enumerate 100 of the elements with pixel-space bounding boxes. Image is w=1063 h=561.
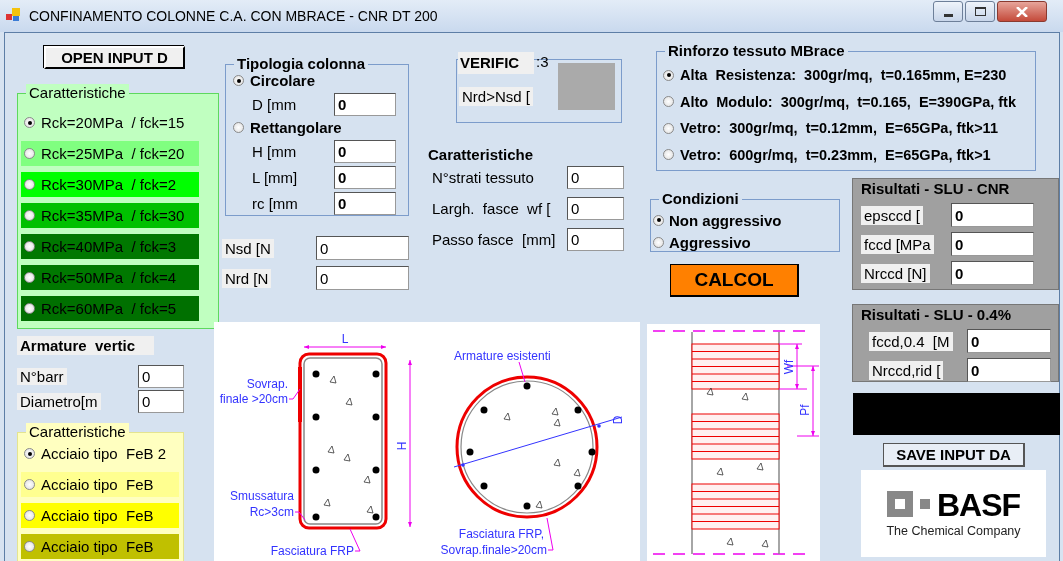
section-title: Armature vertic bbox=[17, 336, 154, 355]
number-field[interactable]: 0 bbox=[334, 139, 396, 163]
field-label: Nrd [N bbox=[222, 268, 272, 288]
radio-label: Acciaio tipo FeB bbox=[41, 507, 154, 524]
close-button[interactable] bbox=[997, 1, 1047, 22]
radio-label: Rettangolare bbox=[250, 119, 342, 136]
number-field[interactable]: 0 bbox=[334, 191, 396, 215]
radio-button[interactable] bbox=[663, 149, 674, 161]
minimize-button[interactable] bbox=[933, 1, 963, 22]
diagram-label: D bbox=[611, 415, 625, 425]
group-title: Tipologia colonna bbox=[234, 55, 369, 73]
leader-line bbox=[294, 511, 306, 521]
radio-button[interactable] bbox=[663, 69, 674, 81]
radio-button[interactable] bbox=[233, 122, 244, 133]
radio-label: Rck=60MPa / fck=5 bbox=[41, 300, 177, 317]
logo-squares-icon bbox=[886, 490, 933, 519]
logo-tagline: The Chemical Company bbox=[886, 523, 1021, 538]
number-field[interactable]: 0 bbox=[138, 390, 184, 413]
field-label: rc [mm bbox=[252, 194, 299, 212]
minimize-icon bbox=[943, 13, 953, 17]
radio-label: Acciaio tipo FeB 2 bbox=[41, 445, 167, 462]
radio-label: Non aggressivo bbox=[669, 211, 782, 229]
number-field[interactable]: 0 bbox=[316, 236, 409, 260]
logo-wordmark: BASF bbox=[936, 489, 1021, 520]
radio-button[interactable] bbox=[24, 510, 35, 521]
radio-label: Vetro: 300gr/mq, t=0.12mm, E=65GPa, ftk>11 bbox=[680, 120, 998, 137]
diagram-label: H bbox=[395, 441, 409, 451]
result-field[interactable]: 0 bbox=[951, 261, 1034, 285]
diagram-label: Smussatura bbox=[229, 489, 294, 503]
option-row[interactable]: Rck=50MPa / fck=4 bbox=[21, 265, 199, 290]
calculate-button[interactable]: CALCOL bbox=[670, 264, 799, 297]
result-field[interactable]: 0 bbox=[951, 232, 1034, 256]
radio-label: Circolare bbox=[250, 72, 316, 89]
diagram-label: Wf bbox=[782, 359, 796, 375]
radio-label: Rck=30MPa / fck=2 bbox=[41, 176, 177, 193]
group-title: :3 bbox=[536, 53, 549, 70]
radio-label: Rck=35MPa / fck=30 bbox=[41, 207, 185, 224]
window-title: CONFINAMENTO COLONNE C.A. CON MBRACE - CNR DT 200 bbox=[29, 8, 438, 24]
number-field[interactable]: 0 bbox=[567, 166, 624, 189]
radio-button[interactable] bbox=[663, 96, 674, 108]
radio-button[interactable] bbox=[24, 448, 35, 459]
number-field[interactable]: 0 bbox=[334, 165, 396, 189]
number-field[interactable]: 0 bbox=[316, 266, 409, 290]
radio-button[interactable] bbox=[24, 210, 35, 221]
radio-label: Rck=50MPa / fck=4 bbox=[41, 269, 177, 286]
diagram-label: Sovrap. bbox=[246, 377, 288, 391]
option-row[interactable]: Rck=30MPa / fck=2 bbox=[21, 172, 199, 197]
number-field[interactable]: 0 bbox=[334, 92, 396, 116]
number-field[interactable]: 0 bbox=[567, 228, 624, 251]
maximize-button[interactable] bbox=[965, 1, 995, 22]
field-label: Largh. fasce wf [ bbox=[432, 200, 552, 217]
option-row[interactable]: Rck=35MPa / fck=30 bbox=[21, 203, 199, 228]
radio-button[interactable] bbox=[663, 122, 674, 134]
radio-button[interactable] bbox=[24, 479, 35, 490]
option-row[interactable]: Rck=25MPa / fck=20 bbox=[21, 141, 199, 166]
app-icon bbox=[6, 7, 22, 23]
group-title: Risultati - SLU - CNR bbox=[861, 180, 1010, 197]
result-field[interactable]: 0 bbox=[951, 203, 1034, 227]
radio-button[interactable] bbox=[24, 241, 35, 252]
number-field[interactable]: 0 bbox=[138, 365, 184, 388]
radio-label: Aggressivo bbox=[669, 233, 751, 251]
diagram-label: Sovrap.finale>20cm bbox=[440, 543, 547, 557]
option-row[interactable]: Acciaio tipo FeB bbox=[21, 534, 179, 559]
result-field[interactable]: 0 bbox=[967, 329, 1051, 353]
radio-button[interactable] bbox=[24, 148, 35, 159]
field-label: Nsd [N bbox=[222, 238, 274, 258]
option-row[interactable]: Acciaio tipo FeB bbox=[21, 503, 179, 528]
field-label: Nrccd [N] bbox=[861, 263, 930, 283]
open-input-button[interactable]: OPEN INPUT D bbox=[44, 46, 185, 69]
save-input-button[interactable]: SAVE INPUT DA bbox=[883, 443, 1025, 467]
radio-label: Rck=25MPa / fck=20 bbox=[41, 145, 185, 162]
radio-button[interactable] bbox=[653, 236, 664, 248]
field-label: D [mm bbox=[252, 95, 298, 113]
option-row[interactable]: Rck=40MPa / fck=3 bbox=[21, 234, 199, 259]
radio-button[interactable] bbox=[24, 303, 35, 314]
radio-label: Rck=20MPa / fck=15 bbox=[41, 114, 185, 131]
leader-line bbox=[518, 361, 526, 383]
radio-button[interactable] bbox=[233, 75, 244, 86]
radio-label: Alto Modulo: 300gr/mq, t=0.165, E=390GPa, ftk bbox=[680, 93, 1016, 110]
leader-line bbox=[288, 388, 301, 400]
close-icon bbox=[1016, 6, 1028, 17]
radio-label: Rck=40MPa / fck=3 bbox=[41, 238, 177, 255]
field-label: L [mm] bbox=[252, 168, 299, 186]
result-field[interactable]: 0 bbox=[967, 358, 1051, 382]
radio-label: Acciaio tipo FeB bbox=[41, 476, 154, 493]
field-label: fccd [MPa bbox=[861, 234, 934, 254]
leader-line bbox=[546, 517, 554, 551]
diagram-label: Fasciatura FRP, bbox=[458, 527, 544, 541]
radio-button[interactable] bbox=[24, 179, 35, 190]
radio-button[interactable] bbox=[24, 117, 35, 128]
field-label: Diametro[m bbox=[17, 393, 101, 410]
radio-button[interactable] bbox=[653, 214, 664, 226]
number-field[interactable]: 0 bbox=[567, 197, 624, 220]
radio-button[interactable] bbox=[24, 541, 35, 552]
diagram-label: Pf bbox=[798, 404, 812, 416]
field-label: Nrccd,rid [ bbox=[869, 360, 944, 380]
group-title: VERIFIC bbox=[458, 52, 534, 74]
option-row[interactable]: Acciaio tipo FeB bbox=[21, 472, 179, 497]
radio-button[interactable] bbox=[24, 272, 35, 283]
diagram-label: Rc>3cm bbox=[249, 505, 294, 519]
